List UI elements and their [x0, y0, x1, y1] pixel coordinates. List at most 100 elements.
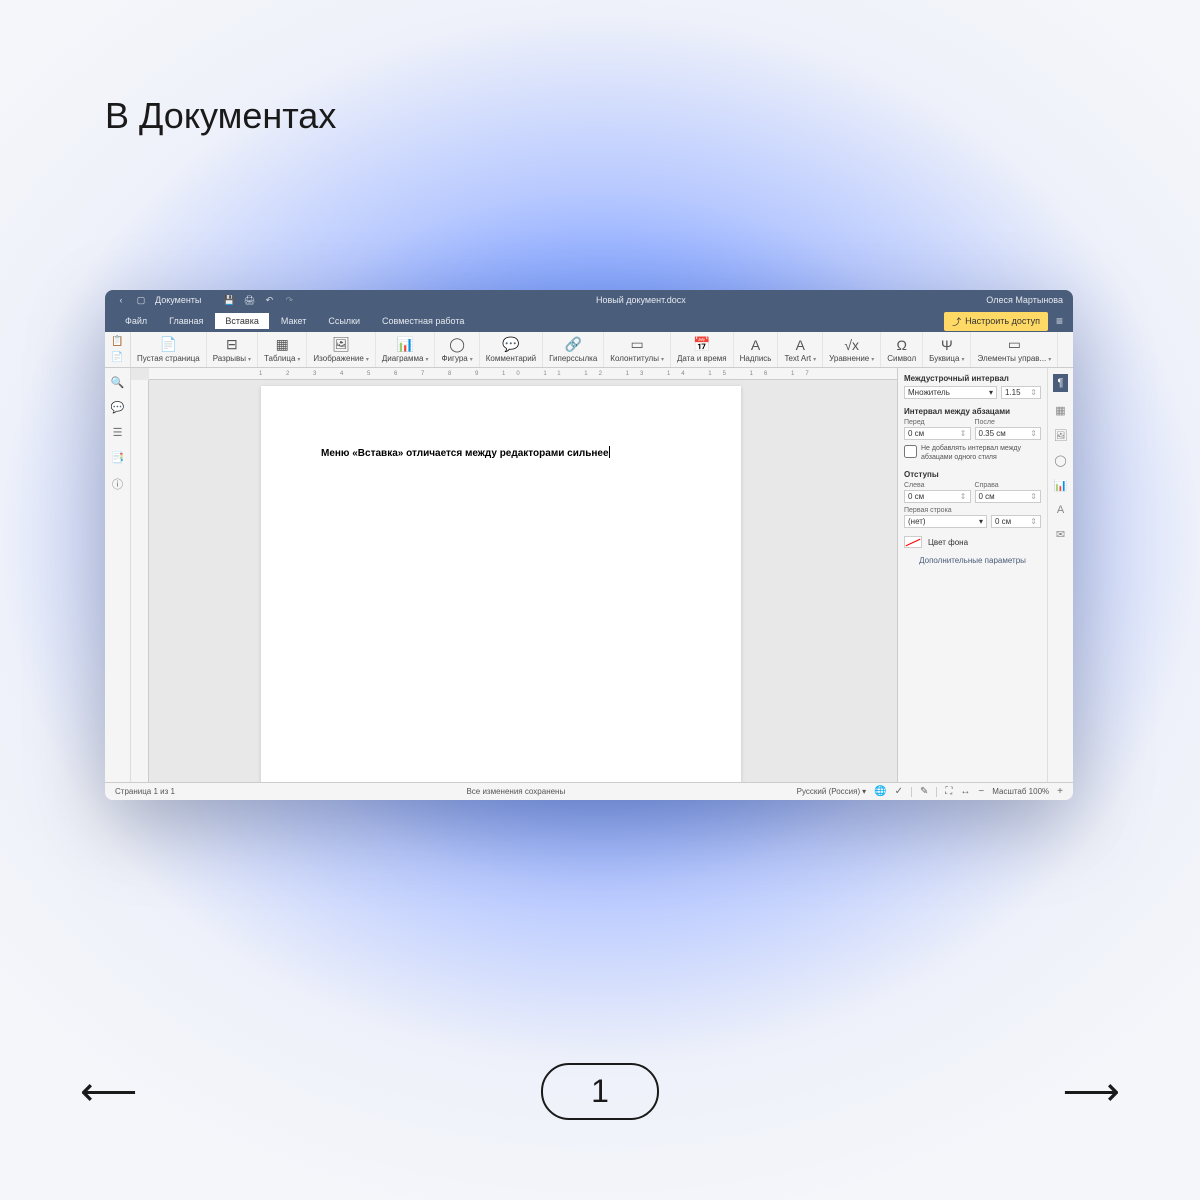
ribbon-textbox[interactable]: AНадпись [734, 332, 779, 367]
ribbon-headers[interactable]: ▭Колонтитулы [604, 332, 671, 367]
spacing-after-input[interactable]: 0.35 см⇕ [975, 427, 1042, 440]
line-spacing-value-input[interactable]: 1.15⇕ [1001, 386, 1041, 399]
dropcap-icon: Ψ [941, 337, 953, 353]
headings-icon[interactable]: 📑 [111, 451, 125, 464]
text-cursor [609, 446, 610, 458]
language-selector[interactable]: Русский (Россия) ▾ [797, 787, 866, 796]
tab-references[interactable]: Ссылки [318, 313, 370, 329]
table-tab-icon[interactable]: ▦ [1055, 404, 1065, 417]
next-arrow[interactable]: ⟶ [1063, 1069, 1120, 1115]
first-line-mode-select[interactable]: (нет)▾ [904, 515, 987, 528]
ribbon-datetime[interactable]: 📅Дата и время [671, 332, 734, 367]
globe-icon[interactable]: 🌐 [874, 786, 886, 797]
tab-layout[interactable]: Макет [271, 313, 316, 329]
equation-icon: √x [844, 337, 859, 353]
zoom-out-icon[interactable]: − [978, 786, 984, 797]
comments-icon[interactable]: 💬 [111, 401, 125, 414]
back-icon[interactable]: ‹ [115, 294, 127, 306]
date-icon: 📅 [693, 337, 710, 353]
ribbon-dropcap[interactable]: ΨБуквица [923, 332, 971, 367]
prev-arrow[interactable]: ⟵ [80, 1069, 137, 1115]
first-line-label: Первая строка [904, 507, 1041, 514]
document-page[interactable]: Меню «Вставка» отличается между редактор… [261, 386, 741, 782]
vertical-ruler[interactable] [131, 380, 149, 782]
comment-icon: 💬 [502, 337, 519, 353]
fit-width-icon[interactable]: ↔ [960, 786, 970, 797]
document-text[interactable]: Меню «Вставка» отличается между редактор… [321, 448, 609, 459]
carousel-nav: ⟵ 1 ⟶ [0, 1063, 1200, 1120]
share-access-button[interactable]: ⤴ Настроить доступ [944, 312, 1048, 331]
app-name: Документы [155, 295, 201, 305]
textart-icon: A [796, 337, 805, 353]
spellcheck-icon[interactable]: ✓ [895, 786, 903, 797]
menubar: Файл Главная Вставка Макет Ссылки Совмес… [105, 310, 1073, 332]
undo-icon[interactable]: ↶ [263, 294, 275, 306]
textbox-icon: A [751, 337, 760, 353]
zoom-label[interactable]: Масштаб 100% [992, 787, 1049, 796]
image-tab-icon[interactable]: 🖼 [1054, 429, 1068, 442]
page-title: В Документах [105, 95, 336, 137]
textart-tab-icon[interactable]: A [1057, 504, 1064, 516]
ribbon-blank-page[interactable]: 📄Пустая страница [131, 332, 207, 367]
print-icon[interactable]: 🖨 [243, 294, 255, 306]
header-icon: ▭ [631, 337, 644, 353]
advanced-params-link[interactable]: Дополнительные параметры [904, 556, 1041, 565]
indents-title: Отступы [904, 470, 1041, 479]
app-window: ‹ ▢ Документы 💾 🖨 ↶ ↷ Новый документ.doc… [105, 290, 1073, 800]
bg-color-label: Цвет фона [928, 538, 968, 547]
search-icon[interactable]: 🔍 [111, 376, 125, 389]
info-icon[interactable]: ⓘ [112, 476, 123, 492]
chart-tab-icon[interactable]: 📊 [1054, 479, 1068, 492]
ribbon-chart[interactable]: 📊Диаграмма [376, 332, 436, 367]
same-style-checkbox[interactable] [904, 445, 917, 458]
ribbon-comment[interactable]: 💬Комментарий [480, 332, 543, 367]
symbol-icon: Ω [896, 337, 906, 353]
ribbon-image[interactable]: 🖼Изображение [307, 332, 375, 367]
paragraph-tab-icon[interactable]: ¶ [1053, 374, 1069, 392]
outline-icon[interactable]: ☰ [113, 426, 123, 439]
zoom-in-icon[interactable]: + [1057, 786, 1063, 797]
statusbar: Страница 1 из 1 Все изменения сохранены … [105, 782, 1073, 800]
document-title[interactable]: Новый документ.docx [295, 295, 986, 305]
user-name[interactable]: Олеся Мартынова [986, 295, 1063, 305]
ribbon-table[interactable]: ▦Таблица [258, 332, 307, 367]
menu-more-icon[interactable]: ≡ [1056, 314, 1063, 328]
tab-collab[interactable]: Совместная работа [372, 313, 474, 329]
fit-page-icon[interactable]: ⛶ [945, 786, 952, 797]
ribbon-hyperlink[interactable]: 🔗Гиперссылка [543, 332, 604, 367]
link-icon: 🔗 [565, 337, 582, 353]
track-changes-icon[interactable]: ✎ [920, 786, 928, 797]
titlebar: ‹ ▢ Документы 💾 🖨 ↶ ↷ Новый документ.doc… [105, 290, 1073, 310]
bg-color-swatch[interactable] [904, 536, 922, 548]
first-line-value-input[interactable]: 0 см⇕ [991, 515, 1041, 528]
right-rail: ¶ ▦ 🖼 ◯ 📊 A ✉ [1047, 368, 1073, 782]
controls-icon: ▭ [1008, 337, 1021, 353]
save-icon[interactable]: 💾 [223, 294, 235, 306]
tab-home[interactable]: Главная [159, 313, 213, 329]
ribbon-breaks[interactable]: ⊟Разрывы [207, 332, 258, 367]
tab-insert[interactable]: Вставка [215, 313, 268, 329]
ribbon-shape[interactable]: ◯Фигура [435, 332, 479, 367]
mail-tab-icon[interactable]: ✉ [1056, 528, 1065, 541]
page-counter[interactable]: Страница 1 из 1 [115, 787, 235, 796]
paste-icon[interactable]: 📄 [111, 352, 123, 363]
same-style-label: Не добавлять интервал между абзацами одн… [921, 444, 1041, 462]
ribbon-equation[interactable]: √xУравнение [823, 332, 881, 367]
shape-tab-icon[interactable]: ◯ [1054, 454, 1066, 467]
indent-right-input[interactable]: 0 см⇕ [975, 490, 1042, 503]
horizontal-ruler[interactable]: 1 2 3 4 5 6 7 8 9 10 11 12 13 14 15 16 1… [149, 368, 897, 380]
line-spacing-mode-select[interactable]: Множитель▾ [904, 386, 997, 399]
redo-icon[interactable]: ↷ [283, 294, 295, 306]
ribbon-symbol[interactable]: ΩСимвол [881, 332, 923, 367]
tab-file[interactable]: Файл [115, 313, 157, 329]
ribbon-controls[interactable]: ▭Элементы управ... [971, 332, 1058, 367]
ribbon-textart[interactable]: AText Art [778, 332, 823, 367]
break-icon: ⊟ [226, 337, 238, 353]
indent-left-input[interactable]: 0 см⇕ [904, 490, 971, 503]
document-area[interactable]: 1 2 3 4 5 6 7 8 9 10 11 12 13 14 15 16 1… [131, 368, 897, 782]
indent-right-label: Справа [975, 482, 1042, 489]
copy-icon[interactable]: 📋 [111, 336, 123, 347]
spacing-before-input[interactable]: 0 см⇕ [904, 427, 971, 440]
after-label: После [975, 419, 1042, 426]
app-logo-icon: ▢ [135, 294, 147, 306]
